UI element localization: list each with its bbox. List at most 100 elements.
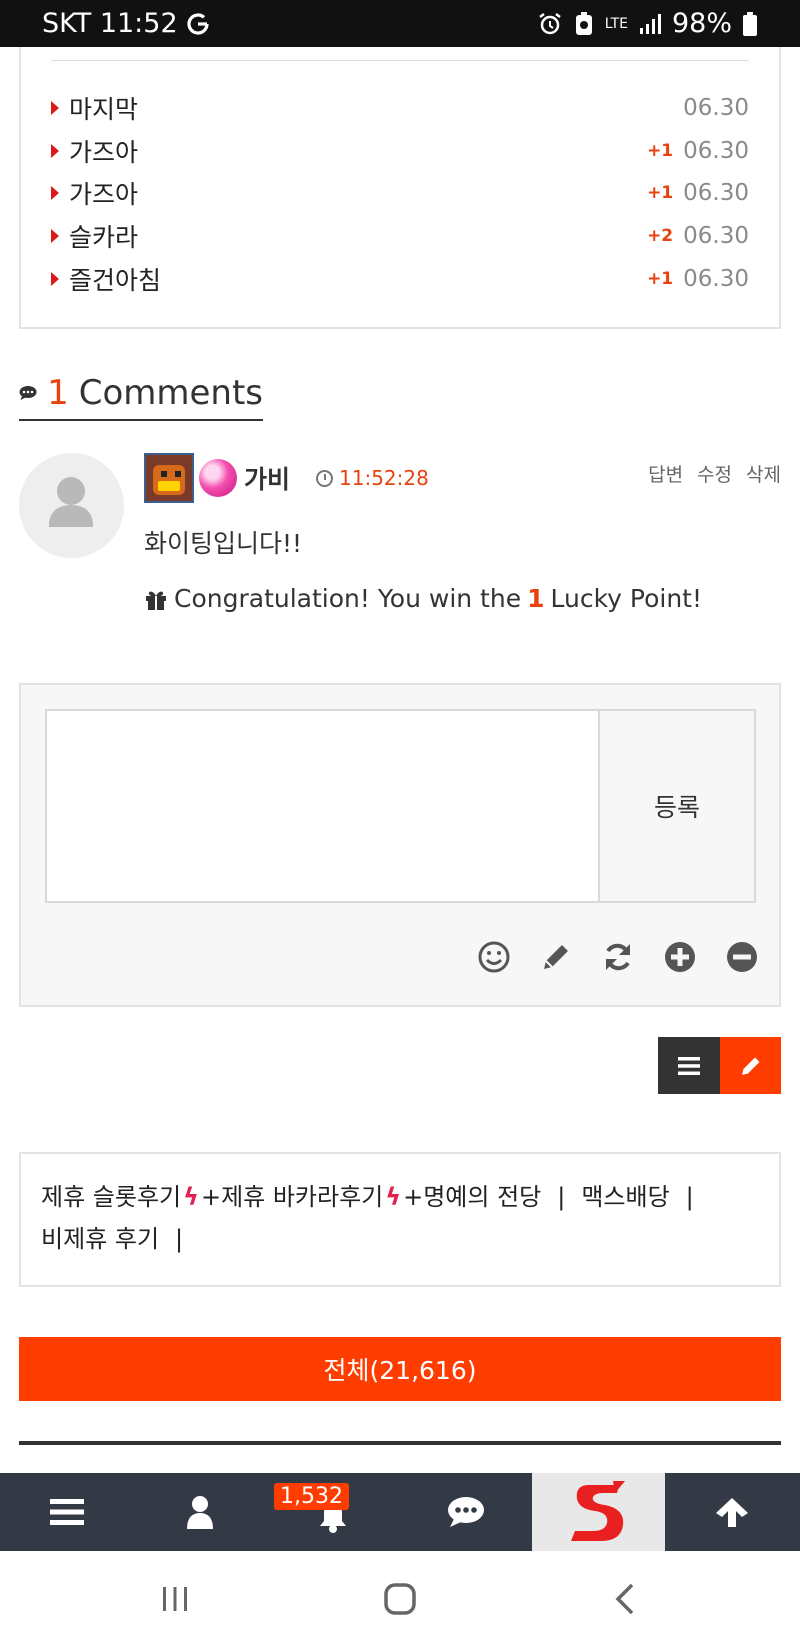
- comment-author[interactable]: 가비: [244, 460, 290, 496]
- candy-icon: [199, 459, 237, 497]
- status-icons: LTE 98%: [537, 8, 758, 39]
- comments-label: Comments: [78, 372, 263, 413]
- comment-actions: 답변 수정 삭제: [648, 460, 781, 487]
- chat-bubble-icon: [19, 385, 37, 400]
- list-button[interactable]: [658, 1037, 720, 1094]
- pencil-icon[interactable]: [539, 940, 573, 974]
- separator: |: [175, 1225, 184, 1253]
- submit-comment-button[interactable]: 등록: [600, 709, 756, 903]
- nav-scroll-top[interactable]: [665, 1473, 798, 1551]
- separator: |: [557, 1183, 566, 1211]
- lucky-point-message: Congratulation! You win the 1 Lucky Poin…: [144, 584, 702, 613]
- hamburger-icon: [49, 1499, 84, 1525]
- edit-link[interactable]: 수정: [697, 460, 732, 487]
- battery-icon: [743, 11, 757, 36]
- post-title[interactable]: 마지막: [69, 90, 673, 126]
- alarm-icon: [538, 12, 561, 34]
- post-title[interactable]: 가즈아: [69, 133, 647, 169]
- lucky-prefix: Congratulation! You win the: [174, 584, 522, 613]
- list-item[interactable]: 마지막 06.30: [51, 88, 749, 128]
- category-links: 제휴 슬롯후기 ϟ +제휴 바카라후기 ϟ +명예의 전당 | 맥스배당 | 비…: [19, 1152, 781, 1287]
- home-button[interactable]: [380, 1579, 420, 1619]
- divider: [51, 60, 749, 61]
- post-title[interactable]: 슬카라: [69, 218, 647, 254]
- emoticon-icon[interactable]: [477, 940, 511, 974]
- signal-icon: [639, 13, 661, 34]
- triangle-bullet-icon: [51, 144, 59, 158]
- post-date: 06.30: [683, 138, 749, 164]
- post-date: 06.30: [683, 95, 749, 121]
- avatar: [19, 453, 124, 558]
- lte-indicator: LTE: [604, 15, 628, 32]
- comment-count: 1: [47, 372, 69, 413]
- category-link-non-partner-review[interactable]: 비제휴 후기: [41, 1218, 159, 1260]
- back-button[interactable]: [608, 1579, 642, 1619]
- comment-count-badge: +2: [647, 226, 674, 246]
- delete-link[interactable]: 삭제: [746, 460, 781, 487]
- category-link-baccarat-review[interactable]: +제휴 바카라후기: [201, 1176, 383, 1218]
- comment-tools: [477, 940, 759, 974]
- back-icon: [615, 1583, 634, 1615]
- nav-profile[interactable]: [133, 1473, 266, 1551]
- comment-form: 등록: [19, 683, 781, 1007]
- post-title[interactable]: 즐건아침: [69, 261, 647, 297]
- nav-home-logo[interactable]: [532, 1473, 665, 1551]
- bottom-nav: 1,532: [0, 1473, 800, 1551]
- lightning-icon: ϟ: [183, 1183, 199, 1211]
- comment-time: 11:52:28: [316, 466, 429, 490]
- post-date: 06.30: [683, 266, 749, 292]
- triangle-bullet-icon: [51, 101, 59, 115]
- related-posts-box: 마지막 06.30 가즈아 +1 06.30 가즈아 +1 06.30 슬카라 …: [19, 47, 781, 329]
- comment-count-badge: +1: [647, 141, 674, 161]
- lucky-points: 1: [527, 584, 545, 613]
- pencil-icon: [741, 1057, 759, 1075]
- triangle-bullet-icon: [51, 186, 59, 200]
- list-item[interactable]: 가즈아 +1 06.30: [51, 131, 749, 171]
- battery-percent: 98%: [671, 8, 732, 39]
- arrow-up-icon: [715, 1498, 748, 1527]
- plus-circle-icon[interactable]: [663, 940, 697, 974]
- clock-icon: [316, 469, 333, 487]
- status-bar: SKT 11:52 LTE 98%: [0, 0, 800, 47]
- lightning-icon: ϟ: [385, 1183, 402, 1211]
- comment-count-badge: +1: [647, 269, 674, 289]
- carrier-time: SKT 11:52: [42, 8, 178, 39]
- list-item[interactable]: 슬카라 +2 06.30: [51, 216, 749, 256]
- battery-saver-icon: [575, 11, 592, 35]
- chat-bubble-icon: [447, 1497, 484, 1527]
- category-link-hall-of-fame[interactable]: +명예의 전당: [403, 1176, 541, 1218]
- recent-apps-button[interactable]: [158, 1579, 192, 1619]
- user-icon: [186, 1496, 213, 1529]
- comment-item: 가비 11:52:28 답변 수정 삭제 화이팅입니다!! Congratula…: [19, 450, 781, 640]
- list-item[interactable]: 즐건아침 +1 06.30: [51, 259, 749, 299]
- user-silhouette-icon: [49, 477, 93, 527]
- category-link-slot-review[interactable]: 제휴 슬롯후기: [41, 1176, 181, 1218]
- nav-menu[interactable]: [0, 1473, 133, 1551]
- reply-link[interactable]: 답변: [648, 460, 683, 487]
- notification-badge: 1,532: [274, 1483, 349, 1510]
- comment-textarea[interactable]: [45, 709, 600, 903]
- comment-count-badge: +1: [647, 183, 674, 203]
- minus-circle-icon[interactable]: [725, 940, 759, 974]
- gift-icon: [146, 591, 166, 610]
- refresh-icon[interactable]: [601, 940, 635, 974]
- post-date: 06.30: [683, 180, 749, 206]
- all-posts-button[interactable]: 전체(21,616): [19, 1337, 781, 1401]
- google-g-icon: [187, 13, 209, 35]
- divider: [19, 1441, 781, 1445]
- site-logo-icon: [570, 1481, 625, 1541]
- system-navigation-bar: [0, 1551, 800, 1645]
- list-item[interactable]: 가즈아 +1 06.30: [51, 173, 749, 213]
- home-icon: [384, 1583, 416, 1615]
- category-link-max-payout[interactable]: 맥스배당: [581, 1176, 669, 1218]
- post-title[interactable]: 가즈아: [69, 175, 647, 211]
- comments-heading: 1 Comments: [19, 366, 263, 421]
- post-date: 06.30: [683, 223, 749, 249]
- lucky-suffix: Lucky Point!: [550, 584, 703, 613]
- nav-notifications[interactable]: 1,532: [266, 1473, 399, 1551]
- nav-chat[interactable]: [399, 1473, 532, 1551]
- comment-text: 화이팅입니다!!: [144, 529, 303, 558]
- write-button[interactable]: [720, 1037, 781, 1094]
- recent-apps-icon: [163, 1587, 187, 1611]
- triangle-bullet-icon: [51, 272, 59, 286]
